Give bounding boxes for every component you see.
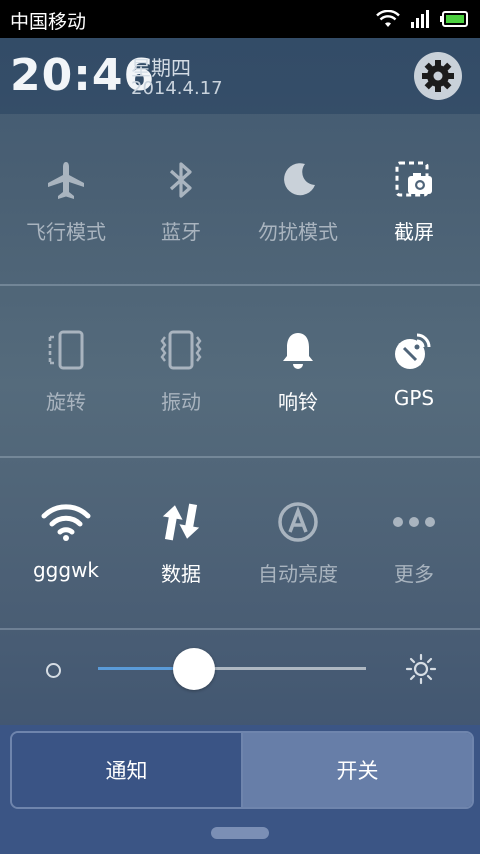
toggle-label: 响铃 (278, 390, 318, 414)
toggle-row-1: 飞行模式 蓝牙 勿扰模式 截屏 (0, 116, 480, 286)
gps-icon (395, 333, 431, 369)
toggle-label: 飞行模式 (26, 220, 106, 244)
tab-switches[interactable]: 开关 (243, 733, 472, 807)
toggle-label: 蓝牙 (161, 220, 201, 244)
more-icon (393, 517, 435, 527)
toggle-row-3: gggwk 数据 自动亮度 更多 (0, 458, 480, 628)
brightness-high-icon (405, 653, 437, 685)
airplane-icon (48, 162, 84, 199)
toggle-label: 数据 (161, 562, 201, 586)
wifi-icon (41, 504, 91, 541)
toggle-label: GPS (393, 386, 435, 410)
toggle-ringer[interactable]: 响铃 (238, 286, 358, 456)
status-bar: 中国移动 (0, 0, 480, 38)
toggle-gps[interactable]: GPS (354, 286, 474, 456)
toggle-label: 截屏 (394, 220, 434, 244)
bluetooth-icon (169, 162, 192, 198)
moon-icon (284, 163, 315, 196)
carrier-name: 中国移动 (10, 11, 87, 33)
screenshot-icon (395, 161, 432, 197)
brightness-track[interactable] (98, 667, 366, 670)
toggle-label: 自动亮度 (258, 562, 338, 586)
toggle-wifi[interactable]: gggwk (6, 458, 126, 628)
bell-icon (283, 333, 313, 369)
weekday: 星期四 (131, 56, 191, 80)
toggle-label: gggwk (32, 558, 100, 582)
toggle-auto-brightness[interactable]: 自动亮度 (238, 458, 358, 628)
toggle-airplane[interactable]: 飞行模式 (6, 116, 126, 286)
toggle-rotate[interactable]: 旋转 (6, 286, 126, 456)
toggle-do-not-disturb[interactable]: 勿扰模式 (238, 116, 358, 286)
header: 20:46 星期四 2014.4.17 (0, 38, 480, 114)
brightness-slider-thumb[interactable] (173, 648, 216, 690)
drag-handle[interactable] (211, 827, 269, 839)
gear-icon (422, 60, 454, 92)
data-icon (162, 503, 200, 541)
toggle-mobile-data[interactable]: 数据 (121, 458, 241, 628)
toggle-label: 勿扰模式 (258, 220, 338, 244)
toggle-label: 旋转 (46, 390, 86, 414)
wifi-signal-icon (376, 10, 400, 27)
toggle-vibrate[interactable]: 振动 (121, 286, 241, 456)
settings-button[interactable] (414, 52, 462, 100)
brightness-low-icon (46, 663, 61, 678)
brightness-slider-area (0, 630, 480, 725)
battery-icon (440, 11, 468, 27)
cell-signal-icon (411, 10, 429, 28)
toggle-bluetooth[interactable]: 蓝牙 (121, 116, 241, 286)
date: 2014.4.17 (131, 78, 223, 99)
auto-brightness-icon (278, 502, 318, 542)
toggle-screenshot[interactable]: 截屏 (354, 116, 474, 286)
toggle-label: 振动 (161, 390, 201, 414)
tab-notifications[interactable]: 通知 (12, 733, 243, 807)
rotate-icon (48, 330, 84, 370)
bottom-panel: 通知 开关 (0, 725, 480, 854)
tab-bar: 通知 开关 (10, 731, 474, 809)
toggle-label: 更多 (394, 562, 434, 586)
vibrate-icon (160, 330, 202, 370)
toggle-row-2: 旋转 振动 响铃 GPS (0, 286, 480, 456)
toggle-more[interactable]: 更多 (354, 458, 474, 628)
